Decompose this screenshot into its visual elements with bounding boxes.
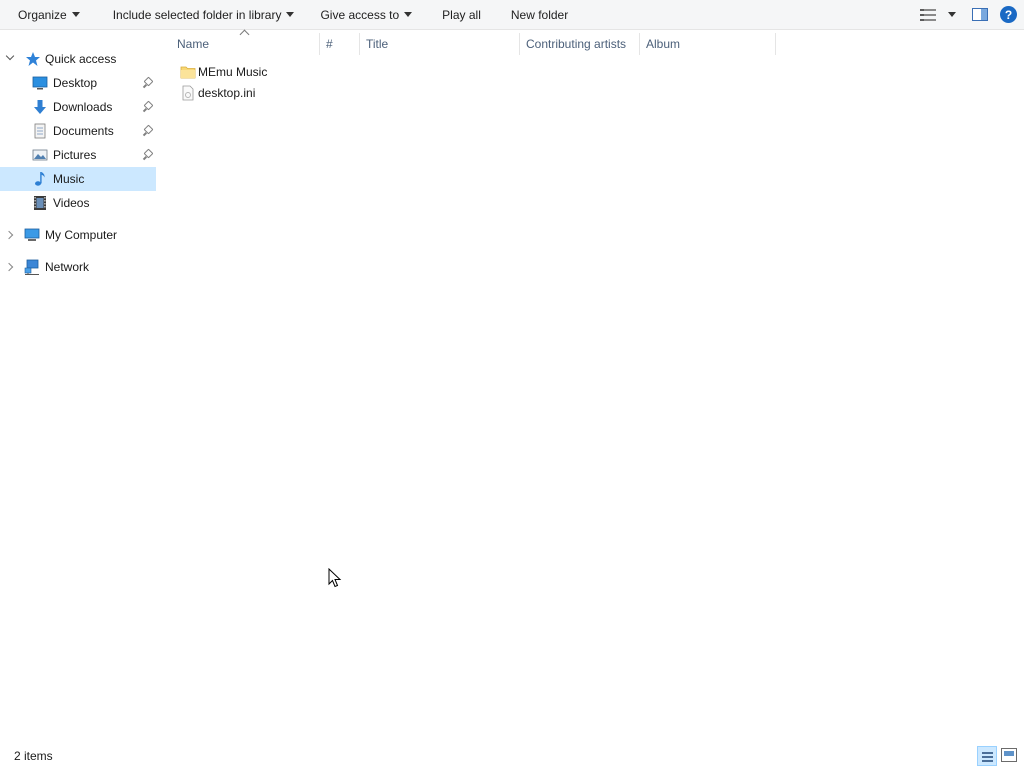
column-header-number[interactable]: #: [320, 31, 359, 56]
column-header-row: Name # Title Contributing artists Album: [160, 29, 1024, 56]
column-header-title[interactable]: Title: [360, 31, 519, 56]
mouse-cursor-icon: [328, 568, 342, 588]
command-bar: Organize Include selected folder in libr…: [0, 0, 1024, 30]
column-header-label: Name: [177, 36, 210, 51]
details-view-button[interactable]: [977, 746, 997, 766]
column-divider[interactable]: [775, 33, 776, 55]
sidebar-item-pictures[interactable]: Pictures: [0, 143, 156, 167]
chevron-down-icon: [948, 12, 956, 17]
expand-arrow-icon[interactable]: [4, 230, 14, 240]
play-all-button[interactable]: Play all: [433, 0, 490, 30]
details-view-icon: [920, 8, 936, 21]
sidebar-item-label: Network: [45, 260, 90, 274]
network-icon: [24, 259, 39, 275]
computer-icon: [24, 228, 40, 241]
include-in-library-label: Include selected folder in library: [112, 7, 282, 22]
sidebar-item-downloads[interactable]: Downloads: [0, 95, 156, 119]
pin-icon[interactable]: [143, 102, 152, 112]
column-header-label: Contributing artists: [526, 36, 627, 51]
column-header-contributing-artists[interactable]: Contributing artists: [520, 31, 639, 56]
sidebar-item-label: Desktop: [53, 76, 98, 90]
videos-icon: [34, 196, 46, 210]
sidebar-item-label: Downloads: [53, 100, 113, 114]
status-bar: 2 items: [0, 744, 1024, 768]
sidebar-item-label: Pictures: [53, 148, 97, 162]
sidebar-item-my-computer[interactable]: My Computer: [0, 223, 156, 247]
settings-file-icon: [182, 85, 194, 101]
sidebar-item-label: Documents: [53, 124, 114, 138]
organize-button[interactable]: Organize: [9, 0, 89, 30]
downloads-icon: [34, 100, 46, 114]
file-row-desktop-ini[interactable]: desktop.ini: [178, 83, 298, 103]
chevron-down-icon: [286, 12, 295, 17]
column-header-name[interactable]: Name: [160, 29, 319, 56]
pin-icon[interactable]: [143, 150, 152, 160]
sidebar-item-desktop[interactable]: Desktop: [0, 71, 156, 95]
sort-ascending-icon: [239, 29, 250, 40]
column-header-label: Title: [366, 36, 389, 51]
help-icon[interactable]: ?: [1000, 6, 1017, 23]
nav-label-quick-access: Quick access: [45, 52, 117, 66]
chevron-down-icon: [71, 12, 80, 17]
sidebar-item-label: Videos: [53, 196, 90, 210]
give-access-button[interactable]: Give access to: [311, 0, 421, 30]
column-header-label: Album: [646, 36, 681, 51]
documents-icon: [34, 123, 46, 139]
expand-arrow-icon[interactable]: [4, 262, 14, 272]
music-icon: [35, 172, 45, 186]
organize-label: Organize: [18, 7, 67, 22]
pin-icon[interactable]: [143, 78, 152, 88]
star-icon: [26, 52, 40, 66]
folder-icon: [180, 66, 196, 79]
new-folder-button[interactable]: New folder: [502, 0, 577, 30]
large-icons-view-button[interactable]: [1001, 748, 1017, 762]
pin-icon[interactable]: [143, 126, 152, 136]
new-folder-label: New folder: [510, 7, 569, 22]
sidebar-item-network[interactable]: Network: [0, 255, 156, 279]
sidebar-item-documents[interactable]: Documents: [0, 119, 156, 143]
play-all-label: Play all: [442, 7, 481, 22]
item-count: 2 items: [14, 749, 53, 763]
change-view-button[interactable]: [912, 0, 964, 30]
chevron-down-icon: [404, 12, 413, 17]
column-header-album[interactable]: Album: [640, 31, 775, 56]
desktop-icon: [32, 76, 48, 90]
sidebar-item-videos[interactable]: Videos: [0, 191, 156, 215]
pictures-icon: [32, 149, 48, 161]
nav-quick-access[interactable]: Quick access: [0, 47, 156, 71]
sidebar-item-label: Music: [53, 172, 85, 186]
file-name: desktop.ini: [198, 86, 256, 100]
sidebar-item-music[interactable]: Music: [0, 167, 156, 191]
column-header-label: #: [326, 36, 333, 51]
expand-arrow-icon[interactable]: [5, 51, 15, 61]
file-row-memu-music[interactable]: MEmu Music: [178, 62, 298, 82]
include-in-library-button[interactable]: Include selected folder in library: [104, 0, 304, 30]
navigation-pane: Quick access Desktop Downloads Documents: [0, 31, 156, 736]
sidebar-item-label: My Computer: [45, 228, 118, 242]
file-name: MEmu Music: [198, 65, 268, 79]
give-access-label: Give access to: [320, 7, 400, 22]
preview-pane-icon[interactable]: [972, 8, 988, 21]
